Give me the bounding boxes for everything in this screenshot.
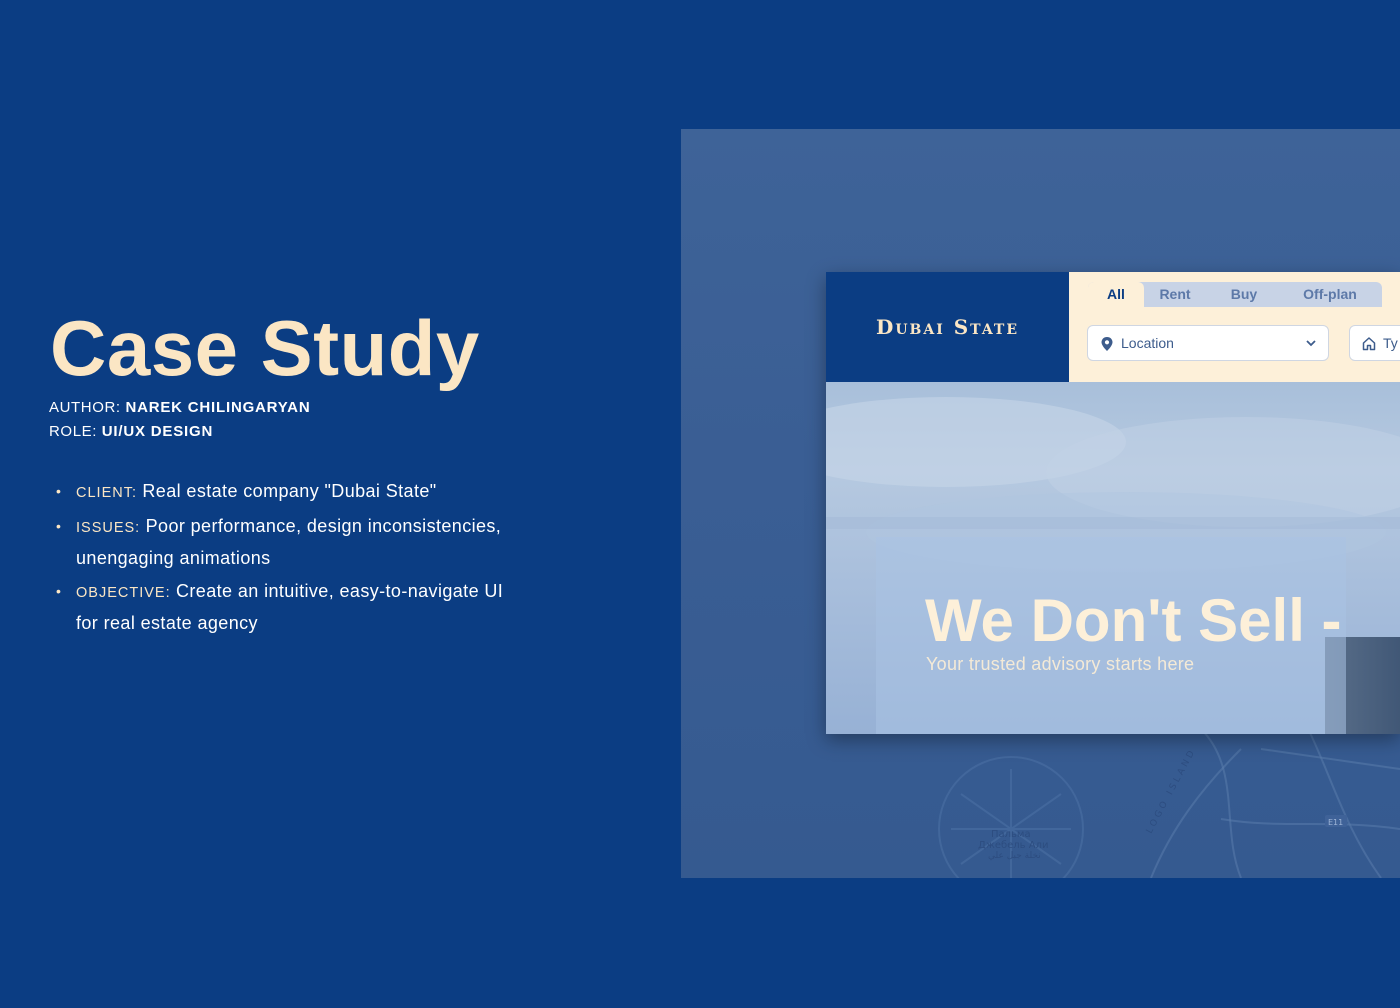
bullet-key: Client:	[76, 485, 137, 501]
bullet-value: Poor performance, design inconsistencies…	[76, 516, 502, 568]
tab-buy[interactable]: Buy	[1206, 282, 1282, 307]
location-select[interactable]: Location	[1087, 325, 1329, 361]
author-line: AUTHOR: NAREK CHILINGARYAN	[49, 399, 310, 416]
location-select-label: Location	[1121, 335, 1174, 351]
website-mockup: Dubai State All Rent Buy Off-plan Locati…	[826, 272, 1400, 734]
bullet-client: • Client: Real estate company "Dubai Sta…	[56, 476, 526, 508]
author-label: AUTHOR:	[49, 399, 121, 416]
chevron-down-icon	[1306, 340, 1316, 347]
brand-name: Dubai State	[875, 315, 1020, 339]
map-label-road: E11	[1328, 818, 1343, 827]
bullet-value: Real estate company "Dubai State"	[142, 481, 437, 501]
bullet-dot: •	[56, 518, 62, 534]
bullet-key: Issues:	[76, 520, 141, 536]
role-label: ROLE:	[49, 423, 98, 440]
hero-title: We Don't Sell -	[925, 587, 1342, 654]
bullet-issues: • Issues: Poor performance, design incon…	[56, 511, 526, 573]
tab-off-plan[interactable]: Off-plan	[1282, 282, 1378, 307]
map-label-palm-1: Пальма	[991, 829, 1031, 840]
bullet-dot: •	[56, 583, 62, 599]
map-label-palm-ar: نخلة جبل علي	[988, 851, 1041, 861]
role-value: UI/UX DESIGN	[101, 423, 214, 440]
bullet-objective: • Objective: Create an intuitive, easy-t…	[56, 576, 526, 638]
role-line: ROLE: UI/UX DESIGN	[49, 423, 213, 440]
bullet-list: • Client: Real estate company "Dubai Sta…	[56, 476, 526, 641]
property-type-select[interactable]: Ty	[1349, 325, 1400, 361]
hero-subtitle: Your trusted advisory starts here	[926, 654, 1195, 674]
hero-section: We Don't Sell - Your trusted advisory st…	[826, 382, 1400, 734]
tab-all[interactable]: All	[1088, 282, 1144, 307]
home-icon	[1362, 337, 1376, 351]
property-type-label: Ty	[1383, 335, 1398, 351]
brand-logo[interactable]: Dubai State	[826, 272, 1069, 382]
listing-tabs: All Rent Buy Off-plan	[1088, 282, 1382, 307]
case-study-title: Case Study	[50, 304, 480, 392]
map-label-island: LOGO ISLAND	[1145, 747, 1198, 836]
bullet-key: Objective:	[76, 585, 171, 601]
bullet-dot: •	[56, 483, 62, 499]
pin-icon	[1101, 337, 1113, 351]
site-header: Dubai State All Rent Buy Off-plan Locati…	[826, 272, 1400, 382]
author-value: NAREK CHILINGARYAN	[125, 399, 311, 416]
map-label-palm-2: Джебель Али	[978, 840, 1049, 851]
tab-rent[interactable]: Rent	[1144, 282, 1206, 307]
